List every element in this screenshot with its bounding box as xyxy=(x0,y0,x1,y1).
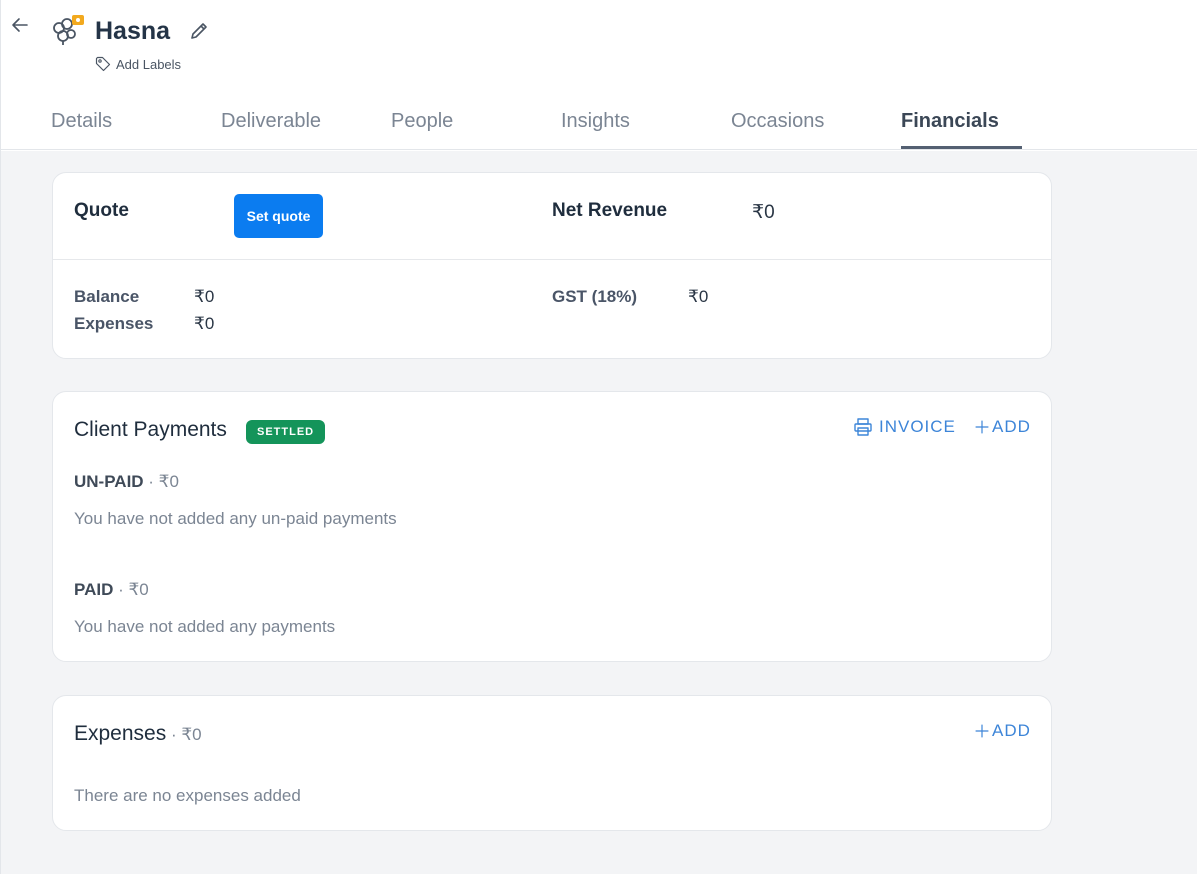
invoice-button[interactable]: INVOICE xyxy=(853,417,956,437)
summary-card: Quote Set quote Net Revenue ₹0 Balance ₹… xyxy=(52,172,1052,359)
status-badge: SETTLED xyxy=(246,420,326,444)
client-payments-title: Client Payments xyxy=(74,418,227,441)
expenses-title: Expenses xyxy=(74,722,167,745)
active-tab-indicator xyxy=(901,146,1022,149)
tab-insights[interactable]: Insights xyxy=(561,110,630,133)
unpaid-amount: · ₹0 xyxy=(143,472,179,491)
header: Hasna Add Labels Details Deliverable Peo… xyxy=(1,0,1197,150)
tab-deliverable[interactable]: Deliverable xyxy=(221,110,321,133)
net-revenue-value: ₹0 xyxy=(752,202,775,223)
printer-icon xyxy=(854,418,872,436)
paid-amount: · ₹0 xyxy=(113,580,149,599)
expenses-empty-text: There are no expenses added xyxy=(74,786,301,805)
back-arrow-icon[interactable] xyxy=(9,14,31,36)
page: Hasna Add Labels Details Deliverable Peo… xyxy=(0,0,1197,874)
expenses-value: ₹0 xyxy=(194,314,215,333)
gst-label: GST (18%) xyxy=(552,287,638,306)
add-payment-label: ADD xyxy=(992,417,1031,436)
net-revenue-label: Net Revenue xyxy=(552,200,668,221)
unpaid-heading: UN-PAID · ₹0 xyxy=(74,472,179,492)
set-quote-button[interactable]: Set quote xyxy=(234,194,323,238)
expenses-card: Expenses · ₹0 ADD There are no expenses … xyxy=(52,695,1052,831)
unpaid-label: UN-PAID xyxy=(74,472,144,491)
add-expense-button[interactable]: ADD xyxy=(974,721,1031,741)
edit-pencil-icon[interactable] xyxy=(188,20,210,42)
add-payment-button[interactable]: ADD xyxy=(974,417,1031,437)
client-payments-card: Client Payments SETTLED INVOICE ADD UN-P… xyxy=(52,391,1052,662)
add-labels-link[interactable]: Add Labels xyxy=(95,56,181,72)
tab-bar: Details Deliverable People Insights Occa… xyxy=(1,100,1197,150)
plus-icon xyxy=(975,420,989,434)
tab-financials[interactable]: Financials xyxy=(901,110,999,133)
add-labels-text: Add Labels xyxy=(116,56,182,72)
gst-value: ₹0 xyxy=(688,287,709,306)
plus-icon xyxy=(975,724,989,738)
tab-details[interactable]: Details xyxy=(51,110,112,133)
quote-label: Quote xyxy=(74,200,129,221)
tag-icon xyxy=(95,56,111,72)
invoice-label: INVOICE xyxy=(879,417,956,436)
project-logo-icon xyxy=(53,15,84,45)
summary-top-row: Quote Set quote Net Revenue ₹0 xyxy=(53,173,1051,260)
tab-occasions[interactable]: Occasions xyxy=(731,110,824,133)
balance-label: Balance xyxy=(74,287,140,306)
paid-label: PAID xyxy=(74,580,114,599)
unpaid-empty-text: You have not added any un-paid payments xyxy=(74,509,397,528)
expenses-amount: · ₹0 xyxy=(166,725,202,744)
financials-content: Quote Set quote Net Revenue ₹0 Balance ₹… xyxy=(1,151,1197,874)
expenses-label: Expenses xyxy=(74,314,154,333)
page-title: Hasna xyxy=(95,17,171,45)
paid-empty-text: You have not added any payments xyxy=(74,617,336,636)
add-expense-label: ADD xyxy=(992,721,1031,740)
expenses-heading: Expenses · ₹0 xyxy=(74,722,202,746)
paid-heading: PAID · ₹0 xyxy=(74,580,149,600)
tab-people[interactable]: People xyxy=(391,110,453,133)
balance-value: ₹0 xyxy=(194,287,215,306)
